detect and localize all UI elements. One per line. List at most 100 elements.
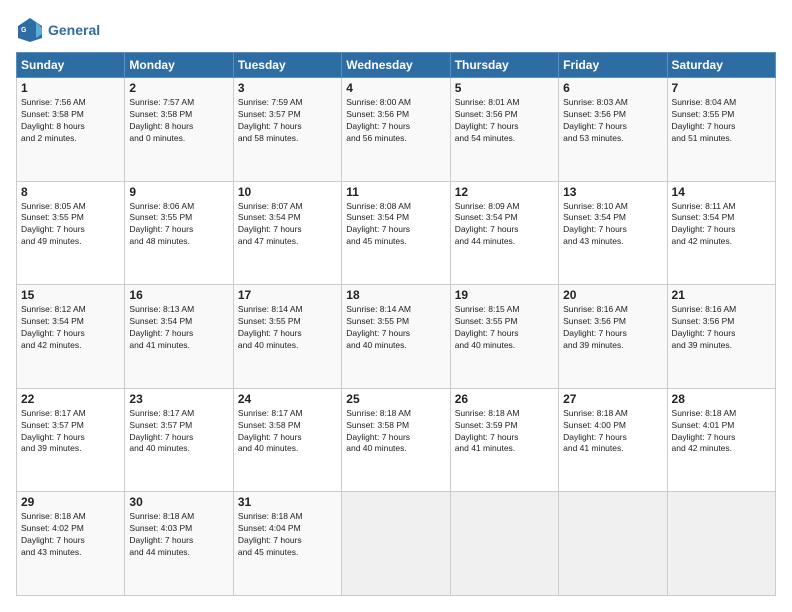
day-info: Sunrise: 8:18 AMSunset: 4:03 PMDaylight:… [129,511,228,559]
day-number: 27 [563,392,662,406]
day-info: Sunrise: 8:12 AMSunset: 3:54 PMDaylight:… [21,304,120,352]
calendar-cell: 7 Sunrise: 8:04 AMSunset: 3:55 PMDaylight… [667,78,775,182]
day-info: Sunrise: 8:15 AMSunset: 3:55 PMDaylight:… [455,304,554,352]
day-of-week-header: Monday [125,53,233,78]
day-of-week-header: Friday [559,53,667,78]
day-of-week-header: Wednesday [342,53,450,78]
day-number: 24 [238,392,337,406]
day-info: Sunrise: 8:17 AMSunset: 3:57 PMDaylight:… [21,408,120,456]
calendar-table: SundayMondayTuesdayWednesdayThursdayFrid… [16,52,776,596]
calendar-cell: 8Sunrise: 8:05 AMSunset: 3:55 PMDaylight… [17,181,125,285]
day-number: 29 [21,495,120,509]
page: G General SundayMondayTuesdayWednesdayTh… [0,0,792,612]
calendar-cell: 1Sunrise: 7:56 AMSunset: 3:58 PMDaylight… [17,78,125,182]
calendar-cell: 17 Sunrise: 8:14 AMSunset: 3:55 PMDayligh… [233,285,341,389]
calendar-cell: 13 Sunrise: 8:10 AMSunset: 3:54 PMDayligh… [559,181,667,285]
day-number: 8 [21,185,120,199]
day-number: 28 [672,392,771,406]
day-info: Sunrise: 8:11 AMSunset: 3:54 PMDaylight:… [672,201,771,249]
calendar-cell: 30Sunrise: 8:18 AMSunset: 4:03 PMDayligh… [125,492,233,596]
day-number: 2 [129,81,228,95]
day-info: Sunrise: 8:18 AMSunset: 3:58 PMDaylight:… [346,408,445,456]
calendar-week-row: 22 Sunrise: 8:17 AMSunset: 3:57 PMDayligh… [17,388,776,492]
calendar-cell: 16 Sunrise: 8:13 AMSunset: 3:54 PMDayligh… [125,285,233,389]
calendar-cell: 31Sunrise: 8:18 AMSunset: 4:04 PMDayligh… [233,492,341,596]
day-info: Sunrise: 8:03 AMSunset: 3:56 PMDaylight:… [563,97,662,145]
day-info: Sunrise: 8:18 AMSunset: 3:59 PMDaylight:… [455,408,554,456]
day-number: 22 [21,392,120,406]
calendar-cell: 14Sunrise: 8:11 AMSunset: 3:54 PMDayligh… [667,181,775,285]
calendar-week-row: 29 Sunrise: 8:18 AMSunset: 4:02 PMDayligh… [17,492,776,596]
day-number: 18 [346,288,445,302]
day-info: Sunrise: 7:57 AMSunset: 3:58 PMDaylight:… [129,97,228,145]
calendar-cell: 25 Sunrise: 8:18 AMSunset: 3:58 PMDayligh… [342,388,450,492]
calendar-cell: 6 Sunrise: 8:03 AMSunset: 3:56 PMDaylight… [559,78,667,182]
day-number: 12 [455,185,554,199]
calendar-cell: 29 Sunrise: 8:18 AMSunset: 4:02 PMDayligh… [17,492,125,596]
day-number: 21 [672,288,771,302]
day-number: 20 [563,288,662,302]
logo: G General [16,16,100,44]
day-number: 5 [455,81,554,95]
day-of-week-header: Tuesday [233,53,341,78]
calendar-cell: 3 Sunrise: 7:59 AMSunset: 3:57 PMDaylight… [233,78,341,182]
calendar-cell: 23Sunrise: 8:17 AMSunset: 3:57 PMDayligh… [125,388,233,492]
day-number: 6 [563,81,662,95]
calendar-cell: 9Sunrise: 8:06 AMSunset: 3:55 PMDaylight… [125,181,233,285]
day-info: Sunrise: 8:01 AMSunset: 3:56 PMDaylight:… [455,97,554,145]
day-info: Sunrise: 8:14 AMSunset: 3:55 PMDaylight:… [238,304,337,352]
day-number: 16 [129,288,228,302]
calendar-cell: 28 Sunrise: 8:18 AMSunset: 4:01 PMDayligh… [667,388,775,492]
day-info: Sunrise: 8:13 AMSunset: 3:54 PMDaylight:… [129,304,228,352]
calendar-cell: 27Sunrise: 8:18 AMSunset: 4:00 PMDayligh… [559,388,667,492]
day-of-week-header: Saturday [667,53,775,78]
calendar-cell: 19 Sunrise: 8:15 AMSunset: 3:55 PMDayligh… [450,285,558,389]
day-info: Sunrise: 7:56 AMSunset: 3:58 PMDaylight:… [21,97,120,145]
day-info: Sunrise: 8:09 AMSunset: 3:54 PMDaylight:… [455,201,554,249]
day-number: 19 [455,288,554,302]
day-number: 10 [238,185,337,199]
day-number: 26 [455,392,554,406]
day-info: Sunrise: 8:17 AMSunset: 3:57 PMDaylight:… [129,408,228,456]
day-number: 11 [346,185,445,199]
calendar-cell: 2 Sunrise: 7:57 AMSunset: 3:58 PMDaylight… [125,78,233,182]
calendar-cell: 4Sunrise: 8:00 AMSunset: 3:56 PMDaylight… [342,78,450,182]
calendar-week-row: 15 Sunrise: 8:12 AMSunset: 3:54 PMDayligh… [17,285,776,389]
day-number: 17 [238,288,337,302]
day-number: 7 [672,81,771,95]
day-number: 13 [563,185,662,199]
calendar-week-row: 1Sunrise: 7:56 AMSunset: 3:58 PMDaylight… [17,78,776,182]
logo-icon: G [16,16,44,44]
calendar-cell: 5 Sunrise: 8:01 AMSunset: 3:56 PMDaylight… [450,78,558,182]
svg-text:G: G [21,27,27,34]
day-number: 15 [21,288,120,302]
calendar-cell: 26 Sunrise: 8:18 AMSunset: 3:59 PMDayligh… [450,388,558,492]
day-info: Sunrise: 8:18 AMSunset: 4:01 PMDaylight:… [672,408,771,456]
calendar-cell [559,492,667,596]
calendar-cell [342,492,450,596]
day-info: Sunrise: 8:16 AMSunset: 3:56 PMDaylight:… [563,304,662,352]
day-info: Sunrise: 8:07 AMSunset: 3:54 PMDaylight:… [238,201,337,249]
day-info: Sunrise: 8:04 AMSunset: 3:55 PMDaylight:… [672,97,771,145]
calendar-cell: 18Sunrise: 8:14 AMSunset: 3:55 PMDayligh… [342,285,450,389]
calendar-cell: 15 Sunrise: 8:12 AMSunset: 3:54 PMDayligh… [17,285,125,389]
day-info: Sunrise: 8:06 AMSunset: 3:55 PMDaylight:… [129,201,228,249]
logo-text: General [48,22,100,39]
day-info: Sunrise: 8:17 AMSunset: 3:58 PMDaylight:… [238,408,337,456]
day-info: Sunrise: 8:16 AMSunset: 3:56 PMDaylight:… [672,304,771,352]
day-info: Sunrise: 8:10 AMSunset: 3:54 PMDaylight:… [563,201,662,249]
calendar-cell [667,492,775,596]
calendar-cell: 24 Sunrise: 8:17 AMSunset: 3:58 PMDayligh… [233,388,341,492]
calendar-week-row: 8Sunrise: 8:05 AMSunset: 3:55 PMDaylight… [17,181,776,285]
day-number: 25 [346,392,445,406]
day-info: Sunrise: 8:00 AMSunset: 3:56 PMDaylight:… [346,97,445,145]
calendar-header-row: SundayMondayTuesdayWednesdayThursdayFrid… [17,53,776,78]
calendar-cell: 12 Sunrise: 8:09 AMSunset: 3:54 PMDayligh… [450,181,558,285]
day-info: Sunrise: 7:59 AMSunset: 3:57 PMDaylight:… [238,97,337,145]
day-info: Sunrise: 8:18 AMSunset: 4:02 PMDaylight:… [21,511,120,559]
calendar-cell: 22 Sunrise: 8:17 AMSunset: 3:57 PMDayligh… [17,388,125,492]
calendar-cell: 21 Sunrise: 8:16 AMSunset: 3:56 PMDayligh… [667,285,775,389]
day-info: Sunrise: 8:18 AMSunset: 4:04 PMDaylight:… [238,511,337,559]
day-number: 3 [238,81,337,95]
day-info: Sunrise: 8:08 AMSunset: 3:54 PMDaylight:… [346,201,445,249]
